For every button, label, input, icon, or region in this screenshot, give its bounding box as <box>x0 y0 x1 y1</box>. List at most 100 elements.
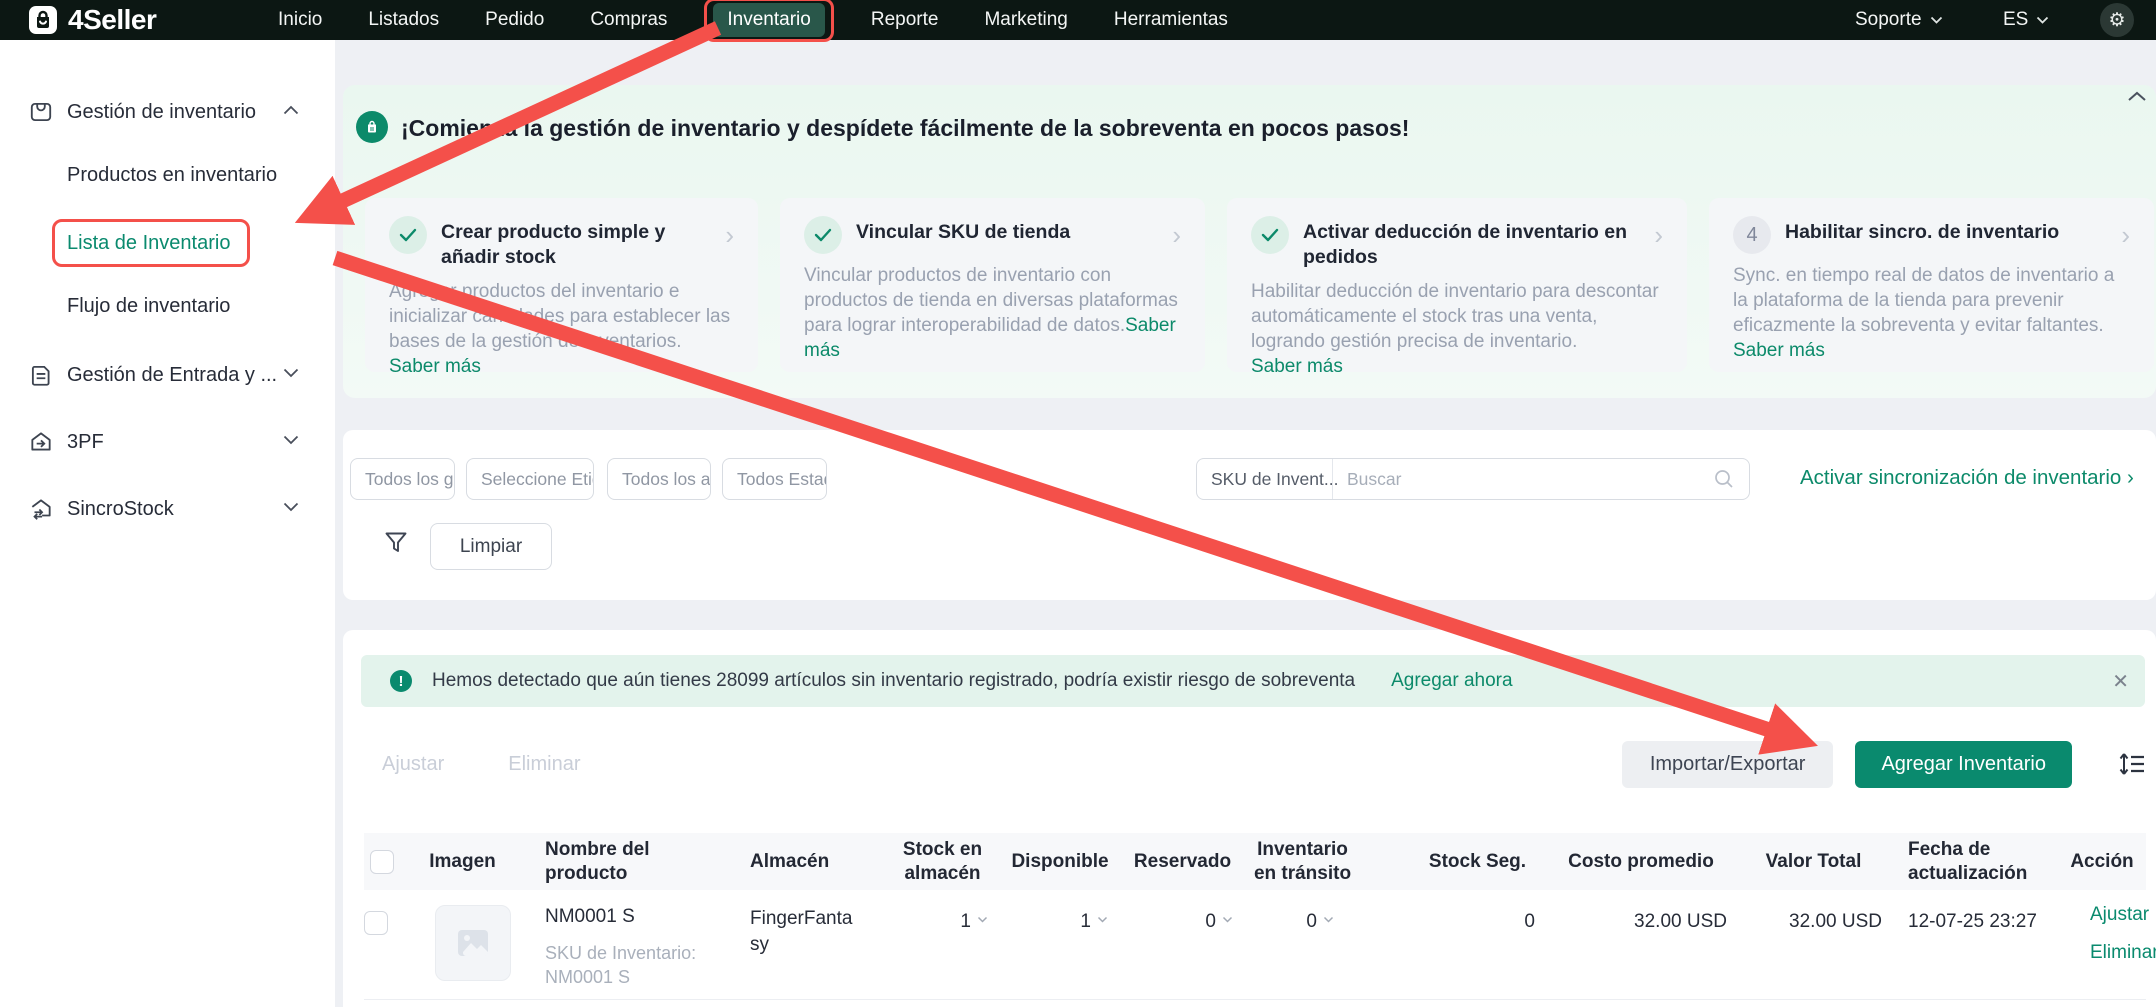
nav-item-listados[interactable]: Listados <box>368 9 439 31</box>
step-card-3[interactable]: Activar deducción de inventario en pedid… <box>1227 198 1687 372</box>
step-card-4[interactable]: 4 Habilitar sincro. de inventario › Sync… <box>1709 198 2154 372</box>
column-settings-icon[interactable] <box>2118 751 2146 777</box>
saber-mas-link[interactable]: Saber más <box>1733 340 1825 361</box>
document-icon <box>28 362 54 388</box>
stock-value: 1 <box>960 911 971 933</box>
nav-support-label: Soporte <box>1855 9 1922 31</box>
chevron-up-icon[interactable] <box>283 105 299 115</box>
header-inventario-transito: Inventario en tránsito <box>1245 833 1360 890</box>
sidebar-item-gestion-entrada[interactable]: Gestión de Entrada y ... <box>0 360 335 390</box>
nav-support-dropdown[interactable]: Soporte <box>1855 0 1943 40</box>
close-icon[interactable]: ✕ <box>2112 669 2129 694</box>
import-export-button[interactable]: Importar/Exportar <box>1622 741 1834 788</box>
step-description-text: Vincular productos de inventario con pro… <box>804 265 1178 336</box>
sidebar-item-flujo-de-inventario[interactable]: Flujo de inventario <box>67 295 230 318</box>
row-stock-cell: 1 <box>885 890 1000 999</box>
collapse-chevron-up-icon[interactable] <box>2126 89 2148 103</box>
row-reserved-cell: 0 <box>1120 890 1245 999</box>
chevron-down-icon[interactable] <box>977 916 988 923</box>
sidebar-item-lista-de-inventario[interactable]: Lista de Inventario <box>67 232 230 255</box>
step-card-2[interactable]: Vincular SKU de tienda › Vincular produc… <box>780 198 1205 372</box>
chevron-down-icon[interactable] <box>1097 916 1108 923</box>
filter-funnel-icon[interactable] <box>383 530 409 556</box>
row-checkbox[interactable] <box>364 911 388 935</box>
header-accion: Acción <box>2058 833 2146 890</box>
nav-language-dropdown[interactable]: ES <box>2003 0 2049 40</box>
step-card-1[interactable]: Crear producto simple y añadir stock › A… <box>365 198 758 372</box>
nav-item-compras[interactable]: Compras <box>590 9 667 31</box>
sidebar-item-3pf[interactable]: 3PF <box>0 427 335 457</box>
nav-menu: Inicio Listados Pedido Compras Inventari… <box>278 0 1228 40</box>
nav-item-marketing[interactable]: Marketing <box>984 9 1067 31</box>
filter-warehouses-value: Todos los al... <box>622 469 711 490</box>
nav-item-herramientas[interactable]: Herramientas <box>1114 9 1228 31</box>
select-all-checkbox-cell <box>364 833 400 890</box>
nav-item-inventario[interactable]: Inventario <box>713 3 824 37</box>
logo-text: 4Seller <box>68 4 156 36</box>
inventory-table-panel: ! Hemos detectado que aún tienes 28099 a… <box>343 630 2156 1007</box>
header-stock-almacen: Stock en almacén <box>885 833 1000 890</box>
alert-banner: ! Hemos detectado que aún tienes 28099 a… <box>361 655 2145 707</box>
filter-warehouses-dropdown[interactable]: Todos los al... <box>607 458 711 500</box>
select-all-checkbox[interactable] <box>370 850 394 874</box>
chevron-right-icon[interactable]: › <box>2121 216 2130 248</box>
search-group: SKU de Invent... <box>1196 458 1750 500</box>
filter-tags-value: Seleccione Etiqu... <box>481 469 594 490</box>
chevron-down-icon[interactable] <box>1222 916 1233 923</box>
filter-status-dropdown[interactable]: Todos Estad... <box>722 458 827 500</box>
header-fecha: Fecha de actualización <box>1890 833 2040 890</box>
adjust-button-disabled[interactable]: Ajustar <box>382 753 444 776</box>
logo[interactable]: 4Seller <box>28 4 156 36</box>
sidebar-item-productos-en-inventario[interactable]: Productos en inventario <box>67 164 277 187</box>
delete-button-disabled[interactable]: Eliminar <box>508 753 580 776</box>
inventory-box-icon <box>28 99 54 125</box>
step-description: Agregar productos del inventario e inici… <box>389 279 734 354</box>
filter-status-value: Todos Estad... <box>737 469 827 490</box>
row-warehouse-cell: FingerFantasy <box>735 890 885 999</box>
settings-button[interactable]: ⚙ <box>2100 3 2134 37</box>
step-done-icon <box>389 216 427 254</box>
nav-item-reporte[interactable]: Reporte <box>871 9 939 31</box>
row-image-cell <box>400 890 525 999</box>
chevron-down-icon[interactable] <box>283 435 299 445</box>
header-disponible: Disponible <box>1000 833 1120 890</box>
chevron-down-icon[interactable] <box>1323 916 1334 923</box>
chevron-right-icon[interactable]: › <box>1654 216 1663 248</box>
nav-item-pedido[interactable]: Pedido <box>485 9 544 31</box>
product-sku: SKU de Inventario: NM0001 S <box>525 941 735 990</box>
step-done-icon <box>804 216 842 254</box>
product-name[interactable]: NM0001 S <box>525 890 735 928</box>
chevron-right-icon[interactable]: › <box>1172 216 1181 248</box>
alert-add-now-link[interactable]: Agregar ahora <box>1391 670 1512 692</box>
total-value: 32.00 USD <box>1789 911 1882 933</box>
warning-icon: ! <box>390 670 412 692</box>
activate-sync-link[interactable]: Activar sincronización de inventario › <box>1800 466 2134 490</box>
sidebar: Gestión de inventario Productos en inven… <box>0 40 335 1007</box>
saber-mas-link[interactable]: Saber más <box>1251 356 1343 377</box>
row-checkbox-cell <box>364 890 400 999</box>
add-inventory-button[interactable]: Agregar Inventario <box>1855 741 2072 788</box>
nav-item-inicio[interactable]: Inicio <box>278 9 322 31</box>
sidebar-item-gestion-inventario[interactable]: Gestión de inventario <box>0 97 335 127</box>
chevron-down-icon[interactable] <box>283 502 299 512</box>
updated-value: 12-07-25 23:27 <box>1908 911 2037 932</box>
search-category-dropdown[interactable]: SKU de Invent... <box>1197 459 1333 499</box>
row-delete-link[interactable]: Eliminar <box>2090 942 2146 964</box>
chevron-down-icon[interactable] <box>283 368 299 378</box>
header-valor-total: Valor Total <box>1737 833 1890 890</box>
search-input[interactable] <box>1333 469 1713 490</box>
filter-groups-dropdown[interactable]: Todos los gr... <box>350 458 455 500</box>
saber-mas-link[interactable]: Saber más <box>389 356 481 377</box>
filter-tags-dropdown[interactable]: Seleccione Etiqu... <box>466 458 594 500</box>
step-description: Vincular productos de inventario con pro… <box>804 263 1181 363</box>
table-toolbar: Ajustar Eliminar Importar/Exportar Agreg… <box>343 740 2146 788</box>
search-icon[interactable] <box>1713 468 1735 490</box>
sidebar-item-sincrostock[interactable]: SincroStock <box>0 494 335 524</box>
sidebar-item-label: Gestión de Entrada y ... <box>67 364 277 387</box>
row-total-value-cell: 32.00 USD <box>1737 890 1890 999</box>
clear-filters-button[interactable]: Limpiar <box>430 523 552 570</box>
available-value: 1 <box>1080 911 1091 933</box>
row-adjust-link[interactable]: Ajustar <box>2090 904 2146 926</box>
warehouse-name: FingerFantasy <box>735 890 856 957</box>
chevron-right-icon[interactable]: › <box>725 216 734 248</box>
